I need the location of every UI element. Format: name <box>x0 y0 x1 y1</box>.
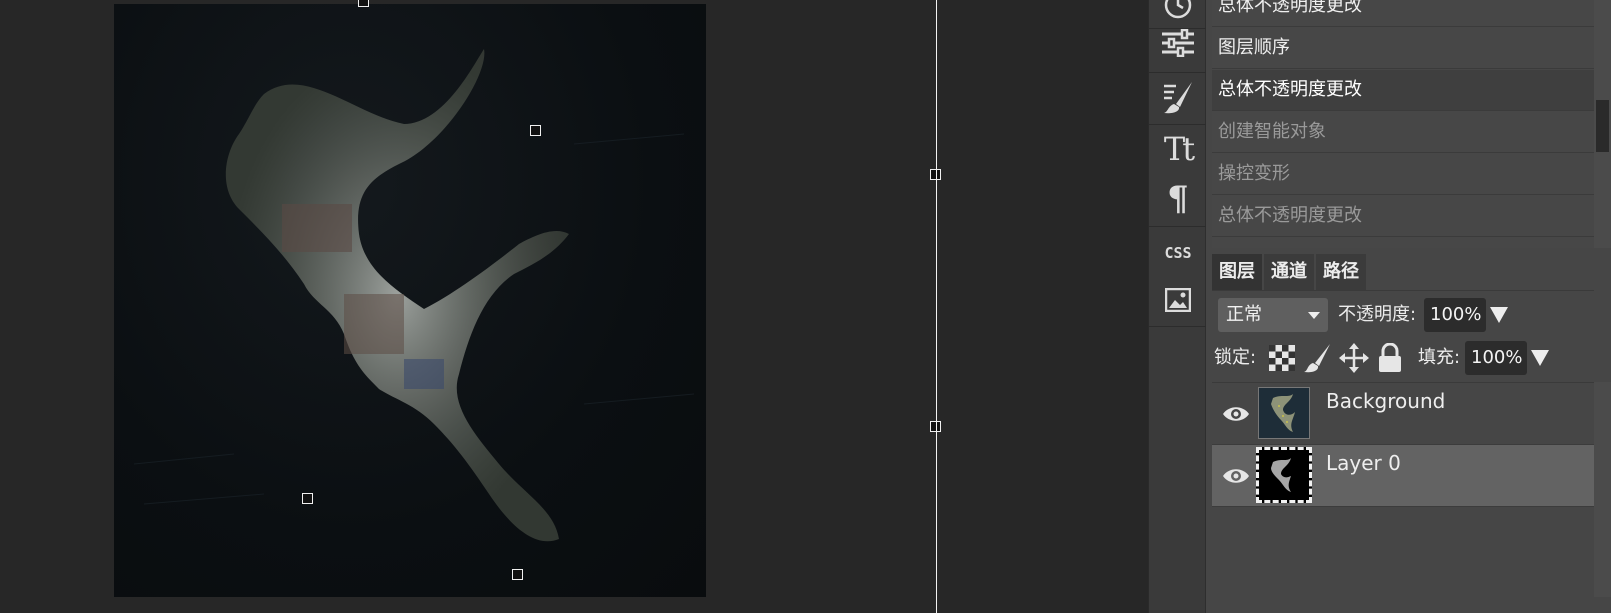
history-item[interactable]: 总体不透明度更改 <box>1212 0 1600 27</box>
transform-handle-bottom[interactable] <box>512 569 523 580</box>
fill-input[interactable]: 100% <box>1465 341 1527 375</box>
blend-mode-value: 正常 <box>1226 304 1262 325</box>
history-item-label: 创建智能对象 <box>1218 121 1326 142</box>
visibility-eye-icon[interactable] <box>1222 401 1250 427</box>
history-item-label: 总体不透明度更改 <box>1218 205 1362 226</box>
fill-label: 填充: <box>1418 347 1461 368</box>
lock-label: 锁定: <box>1214 347 1257 368</box>
visibility-eye-icon[interactable] <box>1222 463 1250 489</box>
history-item[interactable]: 操控变形 <box>1212 154 1600 195</box>
brush-settings-icon[interactable] <box>1149 72 1207 122</box>
layer-thumbnail <box>1258 387 1310 439</box>
tab-layers[interactable]: 图层 <box>1212 254 1262 290</box>
island-satellite-image <box>133 49 695 542</box>
opacity-label: 不透明度: <box>1338 304 1417 325</box>
transform-handle-upper-right[interactable] <box>530 125 541 136</box>
guide-line <box>936 0 937 613</box>
fill-dropdown-icon[interactable] <box>1531 350 1549 366</box>
adjustments-icon[interactable] <box>1149 18 1207 68</box>
history-scrollbar-thumb[interactable] <box>1596 100 1609 152</box>
layers-scrollbar[interactable] <box>1594 382 1611 597</box>
opacity-dropdown-icon[interactable] <box>1490 307 1508 323</box>
lock-all-icon[interactable] <box>1374 342 1406 374</box>
history-item-current[interactable]: 总体不透明度更改 <box>1212 70 1600 111</box>
panel-toolbar: Tt ¶ CSS <box>1148 0 1207 613</box>
layer-mask-thumbnail[interactable] <box>1256 447 1312 503</box>
layers-list: Background Layer 0 <box>1212 382 1594 598</box>
lock-transparency-icon[interactable] <box>1266 342 1298 374</box>
paragraph-icon[interactable]: ¶ <box>1149 174 1207 224</box>
tab-channels[interactable]: 通道 <box>1264 254 1314 290</box>
layer-name: Background <box>1326 389 1446 413</box>
css-icon[interactable]: CSS <box>1149 228 1207 278</box>
layers-tab-bar: 图层 通道 路径 <box>1212 254 1368 290</box>
transform-handle-top[interactable] <box>358 0 369 7</box>
history-item-label: 总体不透明度更改 <box>1218 79 1362 100</box>
history-item[interactable]: 图层顺序 <box>1212 28 1600 69</box>
chevron-down-icon <box>1308 312 1320 319</box>
lock-position-move-icon[interactable] <box>1338 342 1370 374</box>
layer-name: Layer 0 <box>1326 451 1401 475</box>
history-item-label: 操控变形 <box>1218 163 1290 184</box>
blend-mode-select[interactable]: 正常 <box>1218 298 1328 332</box>
layer-row-layer-0[interactable]: Layer 0 <box>1212 445 1594 507</box>
history-panel: 总体不透明度更改 图层顺序 总体不透明度更改 创建智能对象 操控变形 总体不透明… <box>1212 0 1600 248</box>
tab-paths[interactable]: 路径 <box>1316 254 1366 290</box>
opacity-input[interactable]: 100% <box>1424 298 1486 332</box>
character-icon[interactable]: Tt <box>1149 124 1207 174</box>
document-image[interactable] <box>114 4 706 597</box>
history-item[interactable]: 总体不透明度更改 <box>1212 196 1600 237</box>
tab-divider <box>1212 290 1594 291</box>
history-item[interactable]: 创建智能对象 <box>1212 112 1600 153</box>
image-icon[interactable] <box>1149 275 1207 325</box>
layers-footer-bar <box>1206 597 1611 613</box>
transform-handle-lower-left[interactable] <box>302 493 313 504</box>
canvas-workspace[interactable] <box>0 0 1148 613</box>
history-item-label: 图层顺序 <box>1218 37 1290 58</box>
history-item-label: 总体不透明度更改 <box>1218 0 1362 16</box>
lock-pixels-brush-icon[interactable] <box>1302 342 1334 374</box>
layer-row-background[interactable]: Background <box>1212 383 1594 445</box>
history-scrollbar[interactable] <box>1594 0 1611 248</box>
